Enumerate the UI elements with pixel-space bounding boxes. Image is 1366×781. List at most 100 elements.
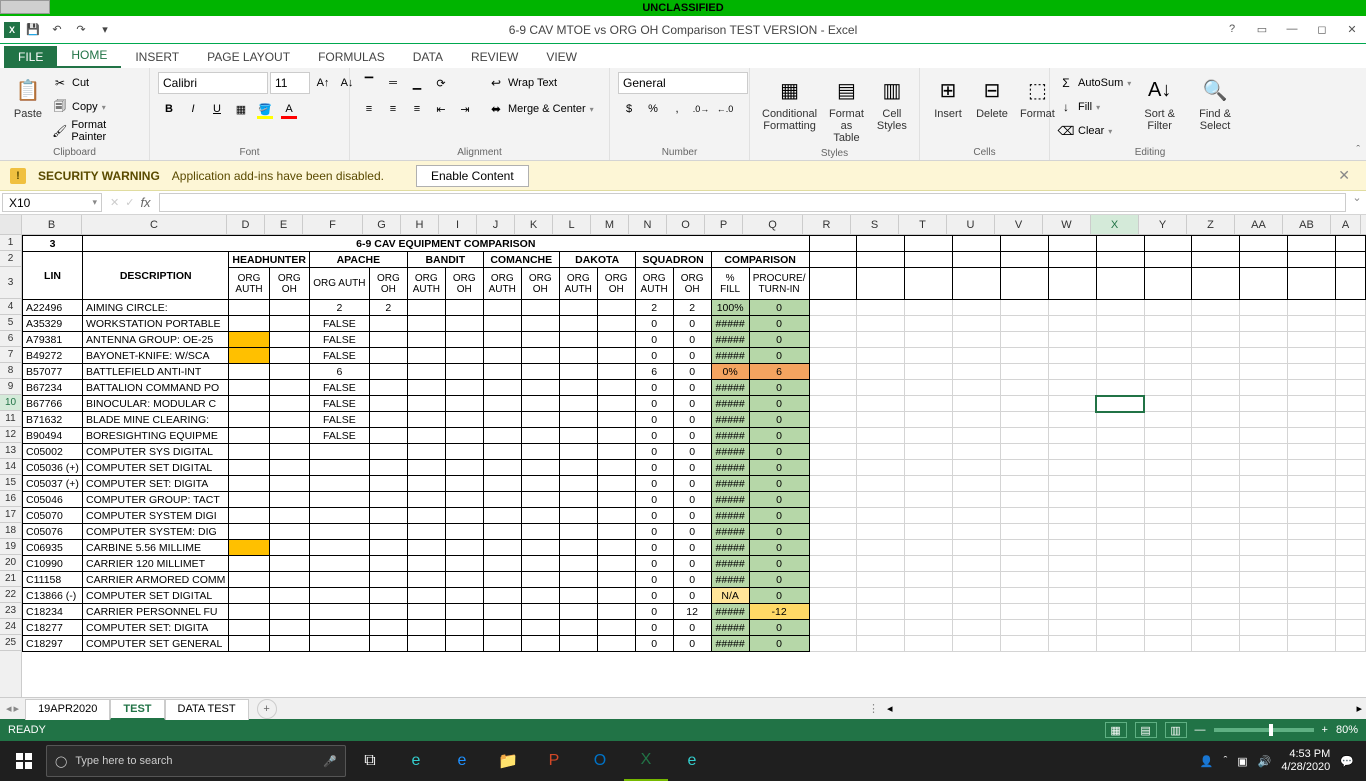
cell[interactable] [1000,540,1048,556]
cell[interactable] [269,636,309,652]
cell[interactable] [269,556,309,572]
cell[interactable] [1096,332,1144,348]
cell[interactable] [857,300,905,316]
cell[interactable] [229,364,269,380]
cell[interactable]: 0 [673,492,711,508]
cell[interactable] [1144,268,1192,300]
cell[interactable] [407,508,445,524]
cell[interactable] [1192,236,1240,252]
cell[interactable] [521,524,559,540]
cell[interactable]: 0 [673,428,711,444]
fill-button[interactable]: ↓Fill ▾ [1058,96,1131,118]
cell[interactable] [229,572,269,588]
cell[interactable] [1335,348,1365,364]
row-header[interactable]: 19 [0,539,21,555]
underline-button[interactable]: U [206,98,228,120]
cell[interactable]: 0 [635,332,673,348]
cell[interactable] [269,604,309,620]
cell[interactable] [905,268,953,300]
cell[interactable] [1048,300,1096,316]
cell[interactable] [559,572,597,588]
font-color-button[interactable]: A [278,98,300,120]
cell[interactable]: 0 [749,300,809,316]
cell[interactable] [445,444,483,460]
cell[interactable] [483,300,521,316]
cell[interactable]: DAKOTA [559,252,635,268]
cell[interactable] [369,412,407,428]
cell[interactable] [229,540,269,556]
cell[interactable] [521,636,559,652]
cell[interactable]: FALSE [309,332,369,348]
cell[interactable]: 0 [635,444,673,460]
cell[interactable] [229,604,269,620]
cell[interactable] [269,524,309,540]
zoom-slider[interactable] [1214,728,1314,732]
cell[interactable] [559,556,597,572]
cell[interactable] [1048,252,1096,268]
column-header[interactable]: O [667,215,705,234]
cell[interactable]: N/A [711,588,749,604]
cell[interactable] [1000,620,1048,636]
cell[interactable] [1288,364,1336,380]
column-header[interactable]: L [553,215,591,234]
align-middle-icon[interactable]: ═ [382,72,404,94]
cell[interactable] [269,316,309,332]
cell[interactable] [483,396,521,412]
cell[interactable] [269,588,309,604]
cell[interactable]: C10990 [23,556,83,572]
cell[interactable] [1096,524,1144,540]
cell[interactable] [1240,524,1288,540]
cell[interactable]: ##### [711,508,749,524]
cell[interactable] [597,428,635,444]
row-header[interactable]: 17 [0,507,21,523]
column-header[interactable]: C [82,215,227,234]
cell[interactable] [445,604,483,620]
cell[interactable] [559,604,597,620]
cell[interactable]: 6 [749,364,809,380]
cell[interactable] [905,396,953,412]
cell[interactable]: 0 [635,348,673,364]
cell[interactable] [1335,412,1365,428]
column-header[interactable]: V [995,215,1043,234]
cell[interactable]: 0 [673,460,711,476]
cell[interactable] [905,332,953,348]
cell[interactable] [445,588,483,604]
cell[interactable] [809,508,857,524]
cell[interactable] [1240,364,1288,380]
enter-formula-icon[interactable]: ✓ [125,196,134,209]
cell[interactable] [1240,620,1288,636]
cell[interactable] [1240,572,1288,588]
cell[interactable] [857,268,905,300]
cell[interactable] [1288,316,1336,332]
column-header[interactable]: B [22,215,82,234]
notifications-icon[interactable]: 💬 [1340,755,1354,768]
cell[interactable] [1000,236,1048,252]
cell[interactable] [407,460,445,476]
cell[interactable] [857,508,905,524]
qat-redo-icon[interactable]: ↷ [70,20,92,40]
cell[interactable]: FALSE [309,316,369,332]
cell[interactable] [1048,524,1096,540]
cell[interactable]: 0 [749,348,809,364]
cell[interactable]: 0 [673,348,711,364]
cell[interactable] [1000,396,1048,412]
cell[interactable] [1240,396,1288,412]
cell[interactable] [1240,556,1288,572]
cell[interactable]: 0 [749,556,809,572]
row-headers[interactable]: 1234567891011121314151617181920212223242… [0,235,22,697]
cell[interactable] [483,380,521,396]
cell-styles-button[interactable]: ▥Cell Styles [872,72,912,134]
cell[interactable]: PROCURE/ TURN-IN [749,268,809,300]
cell[interactable] [1240,268,1288,300]
cell[interactable] [369,508,407,524]
cell[interactable] [1240,476,1288,492]
cell[interactable]: -12 [749,604,809,620]
cell[interactable]: COMPARISON [711,252,809,268]
cell[interactable]: 0 [635,636,673,652]
cell[interactable] [1096,444,1144,460]
cell[interactable]: ORG OH [269,268,309,300]
cell[interactable] [1000,348,1048,364]
cell[interactable] [953,572,1001,588]
collapse-ribbon-icon[interactable]: ˆ [1356,144,1360,156]
qat-customize-icon[interactable]: ▾ [94,20,116,40]
